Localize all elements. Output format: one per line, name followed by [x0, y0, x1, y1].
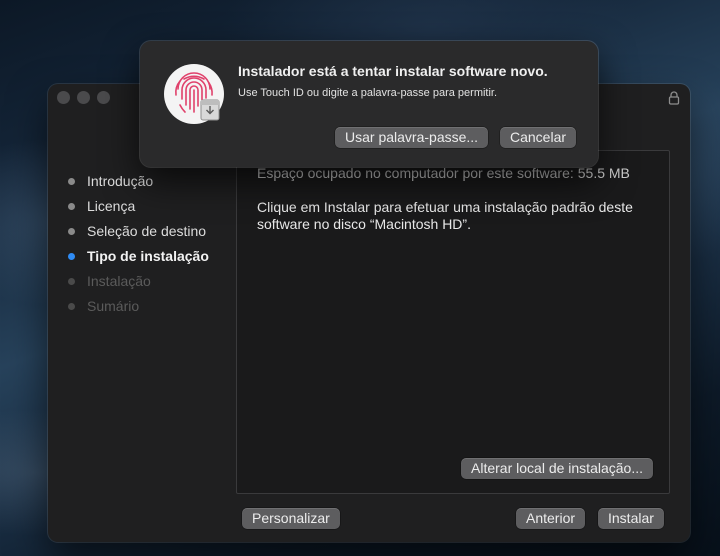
step-label: Introdução — [87, 173, 154, 189]
close-window-button[interactable] — [57, 91, 70, 104]
step-label: Licença — [87, 198, 136, 214]
install-instructions: Clique em Instalar para efetuar uma inst… — [257, 199, 633, 232]
step-introducao: Introdução — [68, 171, 153, 191]
content-panel: Espaço ocupado no computador por este so… — [236, 150, 670, 494]
step-dot — [68, 202, 75, 210]
step-label: Sumário — [87, 298, 140, 314]
step-tipo-instalacao: Tipo de instalação — [68, 246, 209, 266]
zoom-window-button[interactable] — [97, 91, 110, 104]
step-label: Tipo de instalação — [87, 248, 209, 264]
alert-message: Use Touch ID ou digite a palavra-passe p… — [238, 87, 498, 99]
step-dot — [68, 302, 75, 310]
step-licenca: Licença — [68, 196, 135, 216]
use-password-button[interactable]: Usar palavra-passe... — [335, 127, 489, 148]
space-label: Espaço ocupado no computador por este so… — [257, 165, 574, 181]
step-label: Instalação — [87, 273, 151, 289]
back-button[interactable]: Anterior — [516, 508, 586, 529]
step-sumario: Sumário — [68, 296, 139, 316]
step-instalacao: Instalação — [68, 271, 151, 291]
cancel-button[interactable]: Cancelar — [500, 127, 577, 148]
touch-id-fingerprint-icon — [164, 64, 224, 124]
authentication-alert: Instalador está a tentar instalar softwa… — [140, 41, 598, 167]
step-selecao-destino: Seleção de destino — [68, 221, 206, 241]
step-dot-active — [68, 252, 75, 260]
install-button[interactable]: Instalar — [598, 508, 664, 529]
lock-icon — [668, 91, 680, 105]
space-value: 55.5 MB — [577, 165, 630, 181]
step-dot — [68, 227, 75, 235]
step-dot — [68, 177, 75, 185]
minimize-window-button[interactable] — [77, 91, 90, 104]
customize-button[interactable]: Personalizar — [242, 508, 340, 529]
change-install-location-button[interactable]: Alterar local de instalação... — [461, 458, 653, 479]
step-dot — [68, 277, 75, 285]
installer-package-icon — [200, 99, 220, 121]
alert-title: Instalador está a tentar instalar softwa… — [238, 63, 548, 79]
step-label: Seleção de destino — [87, 223, 207, 239]
space-required-text: Espaço ocupado no computador por este so… — [257, 165, 630, 181]
